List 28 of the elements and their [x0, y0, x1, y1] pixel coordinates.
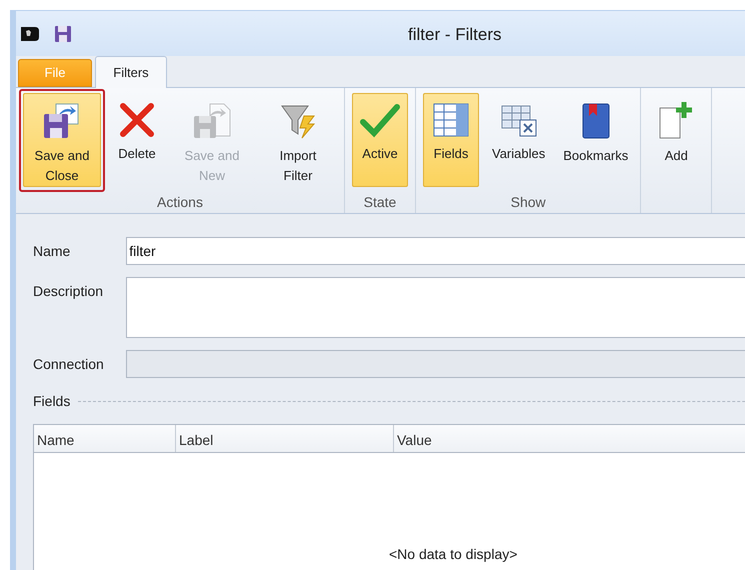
input-field[interactable]: filter: [126, 237, 745, 265]
ribbon-button[interactable]: Variables: [487, 93, 550, 187]
field-label: Description: [33, 282, 104, 301]
group-label: State: [364, 193, 396, 212]
ribbon-button[interactable]: Active: [352, 93, 408, 187]
checkmark-icon: [360, 102, 400, 138]
delete-icon: [119, 102, 155, 138]
column-header[interactable]: Label: [176, 425, 394, 452]
table-icon: [432, 102, 470, 138]
column-header[interactable]: Value: [394, 425, 745, 452]
text-area[interactable]: [126, 277, 745, 338]
ribbon-tab[interactable]: Filters: [95, 56, 167, 88]
window-title: filter - Filters: [408, 24, 502, 46]
section-title: Fields: [33, 392, 70, 411]
empty-message: <No data to display>: [389, 546, 518, 562]
group-label: Actions: [157, 193, 203, 212]
column-header[interactable]: Name: [34, 425, 176, 452]
ribbon-button[interactable]: Delete: [109, 93, 165, 187]
ribbon-button[interactable]: Fields: [423, 93, 479, 187]
field-label: Name: [33, 242, 72, 261]
ribbon-button[interactable]: Save and Close: [23, 93, 101, 187]
app-logo-icon: [20, 24, 40, 42]
ribbon-button[interactable]: Bookmarks: [558, 93, 634, 187]
floppy-disk-icon: [192, 102, 232, 140]
ribbon-button[interactable]: Add: [648, 93, 704, 187]
field-label: Connection: [33, 355, 105, 374]
group-label: Show: [510, 193, 546, 212]
ribbon-button[interactable]: Import Filter: [259, 93, 337, 187]
